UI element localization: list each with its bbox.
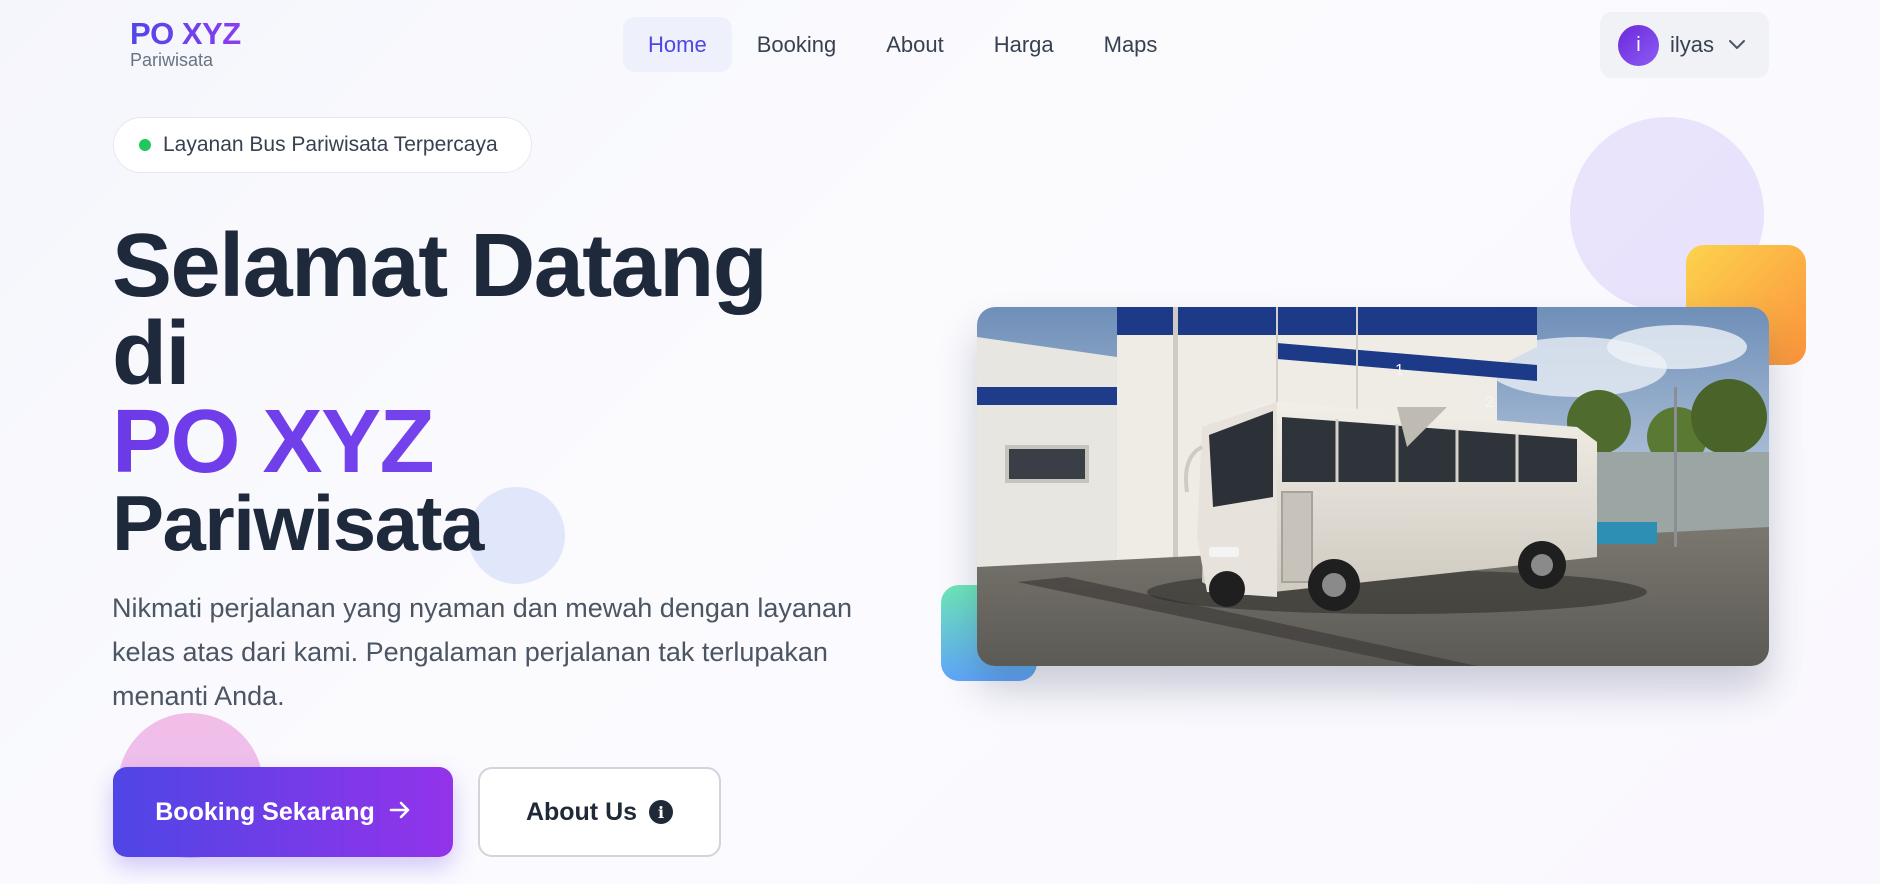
nav-item-about[interactable]: About	[861, 17, 969, 72]
logo[interactable]: PO XYZ Pariwisata	[130, 18, 241, 69]
heading-brand: PO XYZ	[112, 397, 766, 487]
badge-text: Layanan Bus Pariwisata Terpercaya	[163, 133, 498, 156]
nav-item-maps[interactable]: Maps	[1079, 17, 1183, 72]
building-number-1: 1	[1395, 362, 1404, 379]
navbar: PO XYZ Pariwisata Home Booking About Har…	[0, 0, 1880, 90]
info-icon: i	[649, 800, 674, 824]
avatar: i	[1618, 24, 1659, 66]
trust-badge: Layanan Bus Pariwisata Terpercaya	[113, 117, 532, 173]
landing-page: PO XYZ Pariwisata Home Booking About Har…	[0, 0, 1880, 884]
heading-line-2: di	[112, 304, 190, 405]
arrow-right-icon	[389, 798, 411, 827]
logo-subtitle: Pariwisata	[130, 50, 214, 70]
nav-item-home[interactable]: Home	[623, 17, 732, 72]
building-number-2: 2	[1485, 394, 1494, 411]
chevron-down-icon	[1728, 39, 1746, 51]
nav-item-harga[interactable]: Harga	[969, 17, 1079, 72]
booking-now-button[interactable]: Booking Sekarang	[113, 767, 453, 857]
heading-line-1: Selamat Datang	[112, 216, 768, 316]
logo-title: PO XYZ	[130, 16, 241, 51]
user-menu-button[interactable]: i ilyas	[1600, 12, 1769, 78]
about-us-label: About Us	[525, 797, 638, 826]
main-menu: Home Booking About Harga Maps	[623, 17, 1182, 72]
hero-heading: Selamat Datang di PO XYZ Pariwisata	[112, 216, 768, 567]
status-dot-icon	[139, 139, 151, 151]
user-name: ilyas	[1670, 32, 1715, 57]
hero-bus-image: 1 2	[977, 307, 1769, 666]
booking-now-label: Booking Sekarang	[155, 797, 375, 826]
nav-item-booking[interactable]: Booking	[732, 17, 862, 72]
about-us-button[interactable]: About Us i	[478, 767, 721, 857]
hero-description: Nikmati perjalanan yang nyaman dan mewah…	[112, 593, 852, 711]
heading-line-3: Pariwisata	[112, 478, 484, 567]
